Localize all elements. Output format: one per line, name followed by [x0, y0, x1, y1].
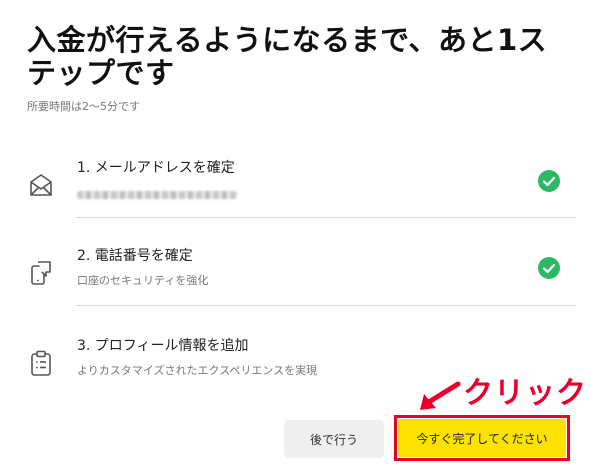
- phone-icon: [31, 261, 51, 285]
- page-subtitle: 所要時間は2〜5分です: [27, 100, 140, 113]
- envelope-icon: [30, 174, 52, 196]
- step-phone: 2. 電話番号を確定 口座のセキュリティを強化: [20, 236, 580, 324]
- step-phone-sub: 口座のセキュリティを強化: [77, 274, 209, 287]
- complete-now-button[interactable]: 今すぐ完了してください: [398, 419, 566, 457]
- step-email-address: [77, 188, 237, 201]
- check-icon: [538, 257, 560, 279]
- divider: [76, 217, 576, 218]
- step-email: 1. メールアドレスを確定: [20, 148, 580, 236]
- step-email-label: 1. メールアドレスを確定: [77, 160, 235, 176]
- step-profile-label: 3. プロフィール情報を追加: [77, 338, 249, 354]
- clipboard-icon: [31, 350, 51, 376]
- step-profile-sub: よりカスタマイズされたエクスペリエンスを実現: [77, 364, 318, 377]
- check-icon: [538, 170, 560, 192]
- annotation-text: クリック: [463, 376, 587, 411]
- later-button[interactable]: 後で行う: [284, 420, 384, 458]
- step-phone-label: 2. 電話番号を確定: [77, 248, 193, 264]
- page-title: 入金が行えるようになるまで、あと1ステップです: [27, 23, 548, 90]
- divider: [76, 305, 576, 306]
